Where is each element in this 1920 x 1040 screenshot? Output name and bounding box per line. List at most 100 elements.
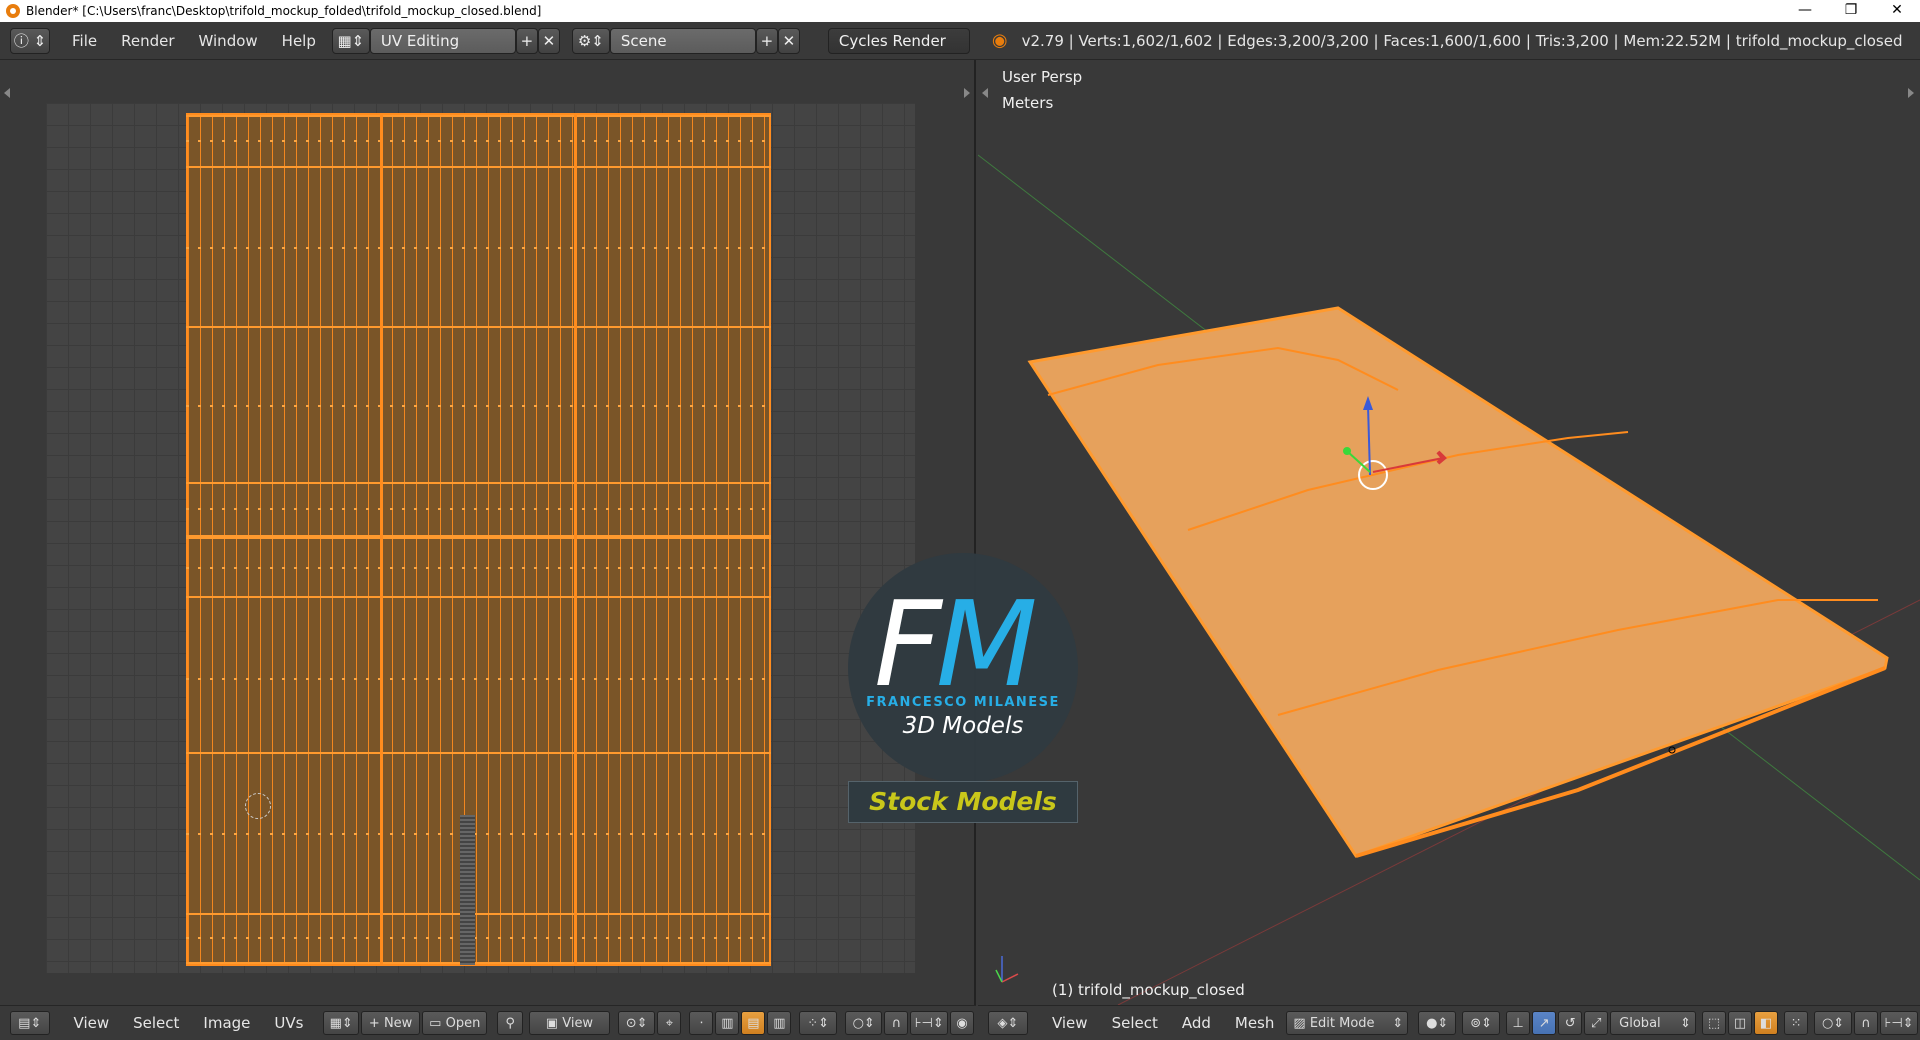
editor-type-uv-icon[interactable]: ▤⇕ (10, 1011, 50, 1035)
uv-edge-row (186, 752, 771, 754)
manipulator-toggle-icon[interactable]: ⊥ (1506, 1011, 1531, 1035)
mode-label: Edit Mode (1309, 1015, 1375, 1031)
mask-icon[interactable]: ◉ (950, 1011, 975, 1035)
pivot-icon[interactable]: ⊙⇕ (617, 1011, 656, 1035)
active-object-label: (1) trifold_mockup_closed (1052, 981, 1245, 999)
uv-panel-seam-vertical (574, 113, 577, 966)
uv-edge-row (186, 326, 771, 328)
uv-vertex-row (186, 405, 771, 407)
pin-icon[interactable]: ⚲ (497, 1011, 524, 1035)
remove-scene-icon[interactable]: ✕ (777, 27, 800, 54)
2d-cursor-icon[interactable] (245, 793, 271, 819)
region-toggle-right-icon[interactable] (964, 88, 970, 98)
scene-browse-icon[interactable]: ⚙⇕ (571, 27, 610, 54)
uv-edge-row (186, 115, 771, 117)
screen-layout-browse-icon[interactable]: ▦⇕ (331, 27, 370, 54)
menu-render[interactable]: Render (109, 32, 186, 50)
transform-orientation-select[interactable]: Global ⇕ (1610, 1011, 1697, 1035)
snap-toggle-icon[interactable]: ∩ (1854, 1011, 1879, 1035)
new-image-label: New (383, 1015, 413, 1031)
uv-vertex-row (186, 567, 771, 569)
face-select-icon[interactable]: ▤ (741, 1011, 766, 1035)
scene-field[interactable]: Scene (609, 27, 756, 54)
uv-edge-row (186, 962, 771, 964)
uv-edge-row (186, 596, 771, 598)
uv-menu-select[interactable]: Select (121, 1014, 191, 1032)
open-image-button[interactable]: ▭ Open (422, 1011, 488, 1035)
view3d-menu-view[interactable]: View (1040, 1014, 1100, 1032)
uv-menu-uvs[interactable]: UVs (262, 1014, 315, 1032)
menu-window[interactable]: Window (187, 32, 270, 50)
3d-viewport[interactable]: User Persp Meters (1) trifold_mockup_clo… (978, 60, 1920, 1005)
editor-type-3d-icon[interactable]: ◈⇕ (988, 1011, 1028, 1035)
add-scene-icon[interactable]: + (755, 27, 778, 54)
rotate-manipulator-icon[interactable]: ↺ (1558, 1011, 1583, 1035)
uv-edge-row (186, 913, 771, 915)
menu-help[interactable]: Help (270, 32, 328, 50)
watermark-logo: FM (874, 575, 1038, 713)
editor-type-info-icon[interactable]: ⓘ ⇕ (10, 27, 50, 54)
face-select-mode-icon[interactable]: ◧ (1754, 1011, 1779, 1035)
info-header: ⓘ ⇕ File Render Window Help ▦⇕ UV Editin… (0, 22, 1920, 60)
edge-select-mode-icon[interactable]: ◫ (1728, 1011, 1753, 1035)
sync-selection-icon[interactable]: ⌖ (657, 1011, 682, 1035)
view-mode-label: View (562, 1015, 594, 1031)
window-title: Blender* [C:\Users\franc\Desktop\trifold… (26, 4, 542, 18)
orientation-label: Global (1619, 1015, 1661, 1031)
uv-image-editor[interactable] (0, 60, 976, 1005)
snap-element-icon[interactable]: ⊦⊣⇕ (1880, 1011, 1919, 1035)
uv-island-mesh[interactable] (186, 113, 771, 966)
uv-vertex-row (186, 833, 771, 835)
proportional-editing-icon[interactable]: ○⇕ (1814, 1011, 1853, 1035)
edge-select-icon[interactable]: ▥ (715, 1011, 740, 1035)
render-engine-select[interactable]: Cycles Render (827, 27, 970, 54)
occlude-geometry-icon[interactable]: ⁙ (1784, 1011, 1809, 1035)
window-titlebar: Blender* [C:\Users\franc\Desktop\trifold… (0, 0, 1920, 22)
sticky-mode-icon[interactable]: ⁘⇕ (799, 1011, 837, 1035)
viewport-canvas[interactable] (978, 60, 1920, 1005)
uv-menu-image[interactable]: Image (191, 1014, 262, 1032)
uv-edge-row (186, 482, 771, 484)
view-mode-select[interactable]: ▣ View (529, 1011, 610, 1035)
axis-widget-x (1001, 973, 1019, 983)
uv-vertex-row (186, 247, 771, 249)
snap-icon[interactable]: ∩ (884, 1011, 909, 1035)
minimize-button[interactable]: — (1782, 0, 1828, 22)
vertex-select-icon[interactable]: ⋅ (689, 1011, 714, 1035)
watermark-letter-m: M (935, 575, 1038, 713)
view3d-menu-mesh[interactable]: Mesh (1223, 1014, 1287, 1032)
open-image-label: Open (445, 1015, 481, 1031)
view3d-menu-add[interactable]: Add (1170, 1014, 1223, 1032)
new-image-button[interactable]: + New (361, 1011, 421, 1035)
scale-manipulator-icon[interactable]: ⤢ (1584, 1011, 1609, 1035)
island-select-icon[interactable]: ▥ (767, 1011, 792, 1035)
translate-manipulator-icon[interactable]: ↗ (1532, 1011, 1557, 1035)
blender-logo-icon (6, 4, 20, 18)
edit-mode-icon: ▨ (1293, 1015, 1310, 1031)
viewport-shading-icon[interactable]: ●⇕ (1418, 1011, 1457, 1035)
restore-button[interactable]: ❐ (1828, 0, 1874, 22)
watermark-subtitle: 3D Models (902, 713, 1024, 739)
proportional-edit-icon[interactable]: ○⇕ (844, 1011, 883, 1035)
snap-target-icon[interactable]: ⊦⊣⇕ (910, 1011, 949, 1035)
folder-icon: ▭ (429, 1015, 446, 1031)
uv-vertex-row (186, 140, 771, 142)
screen-layout-field[interactable]: UV Editing (369, 27, 516, 54)
uv-vertex-row (186, 508, 771, 510)
blender-logo-icon: ◉ (991, 30, 1008, 51)
region-toggle-left-icon[interactable] (4, 88, 10, 98)
mode-select[interactable]: ▨ Edit Mode ⇕ (1286, 1011, 1409, 1035)
remove-layout-icon[interactable]: ✕ (537, 27, 560, 54)
axis-widget-y (995, 969, 1003, 983)
uv-menu-view[interactable]: View (62, 1014, 122, 1032)
dropdown-arrows-icon: ⇕ (1680, 1015, 1692, 1031)
close-button[interactable]: ✕ (1874, 0, 1920, 22)
pivot-point-icon[interactable]: ⊚⇕ (1462, 1011, 1501, 1035)
vertex-select-mode-icon[interactable]: ⬚ (1702, 1011, 1727, 1035)
view3d-menu-select[interactable]: Select (1100, 1014, 1170, 1032)
trifold-mesh[interactable] (1027, 306, 1889, 858)
watermark-letter-f: F (874, 575, 942, 713)
image-browse-icon[interactable]: ▦⇕ (323, 1011, 360, 1035)
add-layout-icon[interactable]: + (515, 27, 538, 54)
menu-file[interactable]: File (60, 32, 109, 50)
